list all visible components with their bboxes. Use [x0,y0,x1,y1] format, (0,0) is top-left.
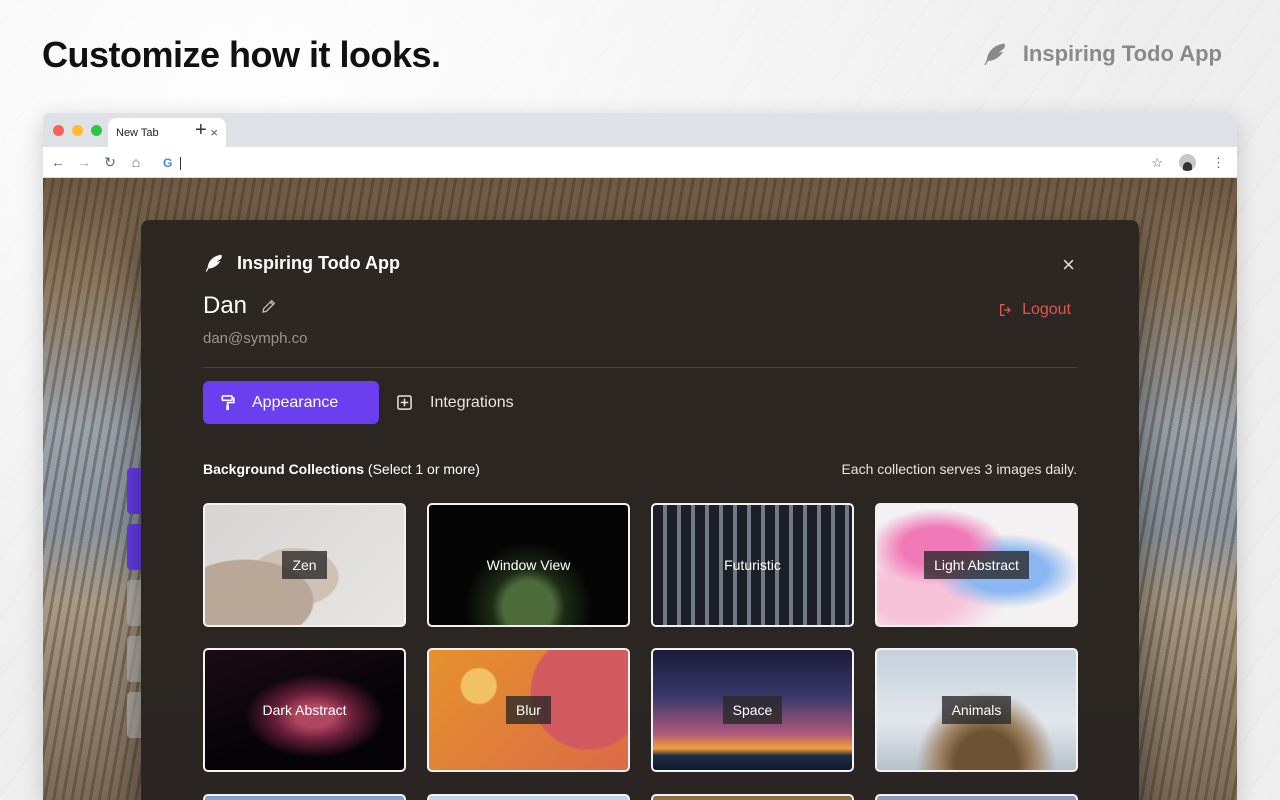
back-icon[interactable]: ← [51,154,65,170]
bookmark-star-icon[interactable]: ☆ [1151,155,1163,171]
profile-avatar[interactable] [1179,154,1196,171]
collection-card-window-view[interactable]: Window View [427,503,630,627]
collection-label: Window View [486,557,571,573]
feather-icon [984,43,1005,66]
google-icon: G [163,156,173,170]
collection-label: Animals [941,696,1012,724]
collection-card-partial[interactable] [427,794,630,800]
hero-brand: Inspiring Todo App [981,40,1222,68]
collection-card-light-abstract[interactable]: Light Abstract [875,503,1078,627]
close-window-button[interactable] [53,125,64,136]
modal-brand: Inspiring Todo App [203,252,400,274]
settings-modal: Inspiring Todo App × Dan dan@symph.co Lo… [141,220,1139,800]
page-viewport: Inspiring Todo App × Dan dan@symph.co Lo… [43,178,1237,800]
collection-card-dark-abstract[interactable]: Dark Abstract [203,648,406,772]
nav-buttons: ← → ↻ ⌂ [51,154,143,171]
browser-window: New Tab × + ← → ↻ ⌂ G ☆ ⋮ Inspiring Todo… [43,113,1237,800]
browser-tab[interactable]: New Tab × [108,118,226,147]
address-bar[interactable]: G [155,151,1165,175]
collection-card-partial[interactable] [203,794,406,800]
collection-card-partial[interactable] [651,794,854,800]
collection-card-futuristic[interactable]: Futuristic [651,503,854,627]
collection-card-space[interactable]: Space [651,648,854,772]
collection-label: Blur [506,696,551,724]
logout-label: Logout [1022,301,1071,318]
minimize-window-button[interactable] [72,125,83,136]
tab-integrations[interactable]: Integrations [397,381,514,424]
forward-icon[interactable]: → [77,154,91,170]
logout-button[interactable]: Logout [998,301,1071,319]
collection-label: Futuristic [724,557,781,573]
browser-toolbar: ← → ↻ ⌂ G ☆ ⋮ [43,147,1237,178]
feather-icon [205,254,222,272]
page-headline: Customize how it looks. [42,34,441,75]
text-caret [180,156,182,170]
tab-appearance[interactable]: Appearance [203,381,379,424]
plus-square-icon [397,395,412,410]
section-title-text: Background Collections [203,461,365,477]
collections-next-row [203,794,1078,800]
user-name: Dan [203,292,277,320]
collections-grid: Zen Window View Futuristic Light Abstrac… [203,503,1078,772]
collection-label: Space [722,696,783,724]
collection-label: Dark Abstract [262,702,347,718]
close-modal-button[interactable]: × [1062,254,1075,276]
collection-card-animals[interactable]: Animals [875,648,1078,772]
window-controls [53,125,102,136]
user-email: dan@symph.co [203,330,308,347]
paint-roller-icon [221,394,235,410]
reload-icon[interactable]: ↻ [103,154,117,171]
hero-brand-name: Inspiring Todo App [1022,41,1222,66]
user-name-text: Dan [203,292,248,319]
modal-brand-name: Inspiring Todo App [237,252,400,273]
menu-kebab-icon[interactable]: ⋮ [1212,155,1225,171]
browser-tab-title: New Tab [116,126,159,139]
collection-label: Zen [282,551,327,579]
close-tab-icon[interactable]: × [210,125,218,140]
divider [203,367,1077,368]
section-note: Each collection serves 3 images daily. [841,461,1077,477]
maximize-window-button[interactable] [91,125,102,136]
logout-icon [1000,304,1012,316]
tab-integrations-label: Integrations [430,393,514,411]
tab-bar: New Tab × + [43,113,1237,147]
collection-card-blur[interactable]: Blur [427,648,630,772]
collection-card-partial[interactable] [875,794,1078,800]
home-icon[interactable]: ⌂ [129,154,143,170]
new-tab-button[interactable]: + [195,119,207,142]
toolbar-actions: ☆ ⋮ [1151,154,1225,171]
tab-appearance-label: Appearance [252,393,339,411]
collection-card-zen[interactable]: Zen [203,503,406,627]
section-hint: (Select 1 or more) [367,461,480,477]
pencil-icon[interactable] [261,298,277,314]
collection-label: Light Abstract [924,551,1029,579]
section-title: Background Collections (Select 1 or more… [203,461,480,477]
